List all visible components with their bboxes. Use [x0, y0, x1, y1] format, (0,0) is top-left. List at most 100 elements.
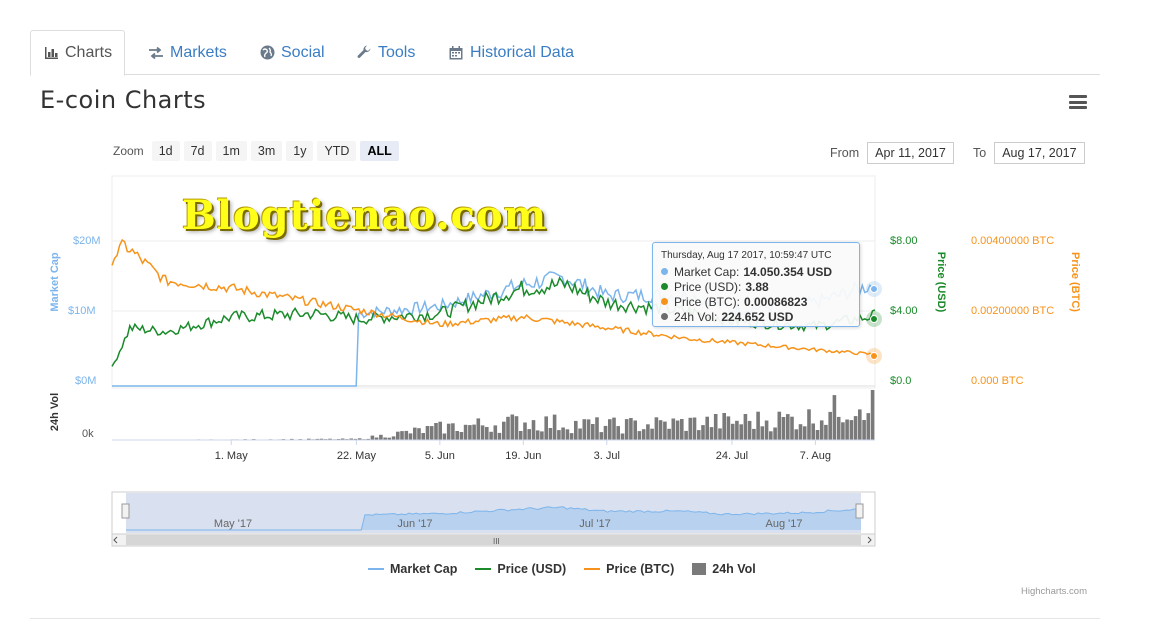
volume-bar [396, 431, 400, 440]
volume-bar [663, 421, 667, 440]
volume-bar [790, 416, 794, 440]
volume-bar [485, 427, 489, 440]
volume-bar [819, 420, 824, 440]
volume-bar [502, 421, 506, 440]
tooltip-value: 3.88 [745, 279, 769, 294]
volume-bar [845, 419, 849, 440]
legend-item-price-usd[interactable]: Price (USD) [475, 562, 566, 576]
volume-bar [658, 420, 663, 440]
navigator-label: Aug '17 [766, 518, 803, 530]
x-tick-label: 22. May [337, 450, 377, 462]
volume-bar [769, 431, 773, 440]
btc-tick-004: 0.00400000 BTC [971, 235, 1054, 247]
volume-bar [730, 423, 735, 440]
legend-item-price-btc[interactable]: Price (BTC) [584, 562, 674, 576]
volume-bar [675, 420, 680, 440]
navigator[interactable]: May '17 Jun '17 Jul '17 Aug '17 III [111, 491, 876, 547]
volume-bar [523, 422, 527, 440]
volume-bar [451, 423, 455, 440]
hover-marker [870, 315, 878, 323]
volume-bar [747, 420, 752, 440]
tooltip-label: Price (BTC): [674, 294, 740, 309]
volume-bar [595, 417, 599, 440]
volume-bar [705, 416, 709, 440]
volume-bar [807, 409, 811, 440]
volume-bar [709, 427, 714, 440]
credits-link[interactable]: Highcharts.com [1021, 586, 1087, 597]
volume-bar [442, 433, 447, 440]
volume-bar [480, 425, 485, 440]
volume-bar [760, 426, 765, 440]
tooltip-label: Market Cap: [674, 264, 740, 279]
volume-bar [794, 429, 799, 440]
usd-axis-title: Price (USD) [935, 252, 947, 313]
navigator-label: Jul '17 [579, 518, 610, 530]
volume-bar [586, 419, 591, 440]
navigator-right-handle[interactable] [855, 503, 864, 519]
volume-bar [599, 432, 604, 440]
volume-bar [786, 414, 790, 440]
volume-bar [849, 420, 854, 440]
price-chart: 1. May 22. May 5. Jun 19. Jun 3. Jul 24. Jul 7… [49, 175, 1081, 547]
volume-bar [646, 424, 650, 440]
legend-item-volume[interactable]: 24h Vol [692, 562, 756, 576]
volume-bar [370, 435, 375, 440]
volume-bar [641, 429, 646, 440]
volume-bar [841, 422, 845, 440]
volume-bar [413, 427, 417, 440]
volume-bar [459, 432, 464, 440]
navigator-left-handle[interactable] [121, 503, 130, 519]
x-tick-label: 7. Aug [800, 450, 831, 462]
volume-bar [680, 419, 684, 440]
mcap-tick-10m: $10M [68, 305, 96, 317]
volume-bar [446, 423, 451, 440]
btc-tick-002: 0.00200000 BTC [971, 305, 1054, 317]
volume-bar [489, 431, 493, 440]
volume-bar [654, 417, 659, 440]
volume-bar [518, 431, 523, 440]
volume-bar [624, 419, 629, 440]
volume-bar [713, 414, 718, 440]
divider [30, 618, 1100, 619]
volume-bar [629, 418, 633, 440]
volume-bar [828, 411, 832, 440]
chart-legend: Market Cap Price (USD) Price (BTC) 24h V… [368, 562, 756, 576]
volume-bar [773, 427, 777, 440]
x-tick-label: 19. Jun [505, 450, 541, 462]
tooltip-label: 24h Vol: [674, 309, 718, 324]
chart-tooltip: Thursday, Aug 17 2017, 10:59:47 UTC Mark… [652, 242, 860, 327]
volume-bar [798, 424, 803, 440]
navigator-label: Jun '17 [397, 518, 432, 530]
x-tick-label: 24. Jul [716, 450, 748, 462]
volume-bar [531, 420, 536, 440]
tooltip-value: 224.652 USD [721, 309, 794, 324]
volume-bar [463, 424, 468, 440]
volume-bar [476, 418, 481, 440]
mcap-tick-20m: $20M [73, 235, 101, 247]
volume-bar [832, 395, 837, 440]
volume-bar [455, 431, 459, 440]
mcap-tick-0m: $0M [75, 375, 96, 387]
usd-tick-8: $8.00 [890, 235, 918, 247]
volume-bar [616, 426, 620, 440]
volume-bar [608, 419, 612, 440]
legend-item-market-cap[interactable]: Market Cap [368, 562, 457, 576]
scrollbar-grip: III [493, 537, 500, 546]
legend-label: Price (USD) [497, 562, 567, 576]
volume-bar [637, 431, 642, 440]
volume-bar [752, 428, 756, 440]
volume-bar [582, 419, 587, 440]
volume-bar [612, 417, 616, 440]
x-tick-label: 3. Jul [594, 450, 620, 462]
tooltip-value: 14.050.354 USD [743, 264, 833, 279]
volume-bar [858, 409, 862, 440]
volume-bar [569, 433, 574, 440]
volume-bar [535, 430, 540, 440]
legend-label: 24h Vol [712, 562, 756, 576]
volume-bar [561, 427, 565, 440]
tooltip-row-price-btc: Price (BTC): 0.00086823 [661, 294, 851, 309]
x-tick-labels: 1. May 22. May 5. Jun 19. Jun 3. Jul 24. Jul 7… [215, 440, 831, 462]
x-tick-label: 5. Jun [425, 450, 455, 462]
hover-marker [870, 285, 878, 293]
volume-bar [688, 417, 693, 440]
